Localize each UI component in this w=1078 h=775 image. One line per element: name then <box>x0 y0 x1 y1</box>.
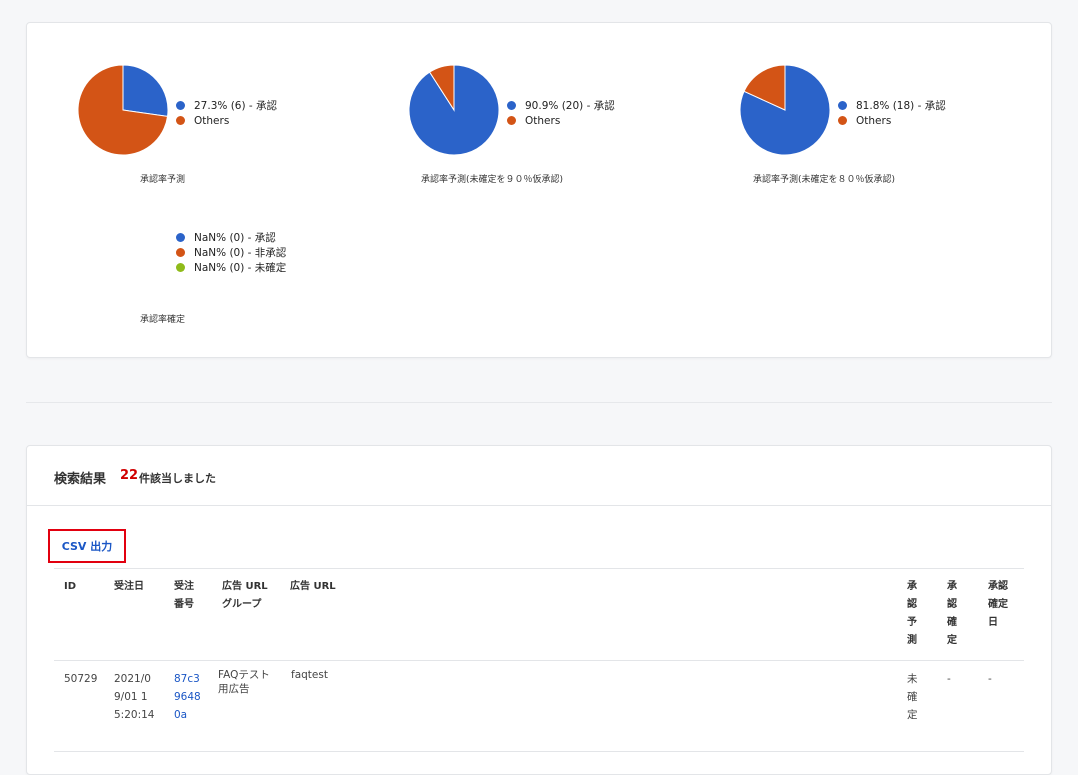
legend-dot <box>176 233 185 242</box>
col-header-ad-url-group[interactable]: 広告 URL グループ <box>222 578 276 614</box>
legend-item: Others <box>838 113 946 128</box>
pie-legend-1: 27.3% (6) - 承認 Others <box>176 98 277 128</box>
col-header-order-date[interactable]: 受注日 <box>114 578 154 596</box>
pie-chart-2 <box>408 64 500 156</box>
legend-item: NaN% (0) - 承認 <box>176 230 286 245</box>
legend-label: NaN% (0) - 非承認 <box>194 247 287 259</box>
col-header-ad-url[interactable]: 広告 URL <box>290 578 370 596</box>
table-row-border <box>54 751 1024 752</box>
pie-slice-承認 <box>122 64 169 117</box>
results-count: 22 <box>120 468 139 483</box>
legend-label: NaN% (0) - 未確定 <box>194 262 287 274</box>
cell-id: 50729 <box>64 673 98 685</box>
results-header: 検索結果 22 件該当しました <box>27 446 1051 506</box>
pie-chart-3 <box>739 64 831 156</box>
legend-dot <box>176 248 185 257</box>
col-header-order-number[interactable]: 受注番号 <box>174 578 200 614</box>
legend-item: Others <box>507 113 615 128</box>
legend-item: 90.9% (20) - 承認 <box>507 98 615 113</box>
col-header-approval-forecast[interactable]: 承認予測 <box>907 578 920 650</box>
pie-caption-1: 承認率予測 <box>140 175 186 185</box>
legend-label: 81.8% (18) - 承認 <box>856 100 946 112</box>
legend-label: Others <box>525 114 561 127</box>
cell-approval-confirmed: - <box>947 673 951 685</box>
legend-item: 81.8% (18) - 承認 <box>838 98 946 113</box>
chart-card: 27.3% (6) - 承認 Others 承認率予測 90.9% (20) -… <box>26 22 1052 358</box>
legend-label: 27.3% (6) - 承認 <box>194 100 278 112</box>
csv-export-button[interactable]: CSV 出力 <box>48 529 126 563</box>
pie-caption-4: 承認率確定 <box>140 315 186 325</box>
cell-approval-confirmed-date: - <box>988 673 992 685</box>
table-header-border <box>54 660 1024 661</box>
cell-ad-url: faqtest <box>291 669 328 681</box>
pie-caption-3: 承認率予測(未確定を８０％仮承認) <box>753 175 896 185</box>
legend-label: Others <box>194 114 230 127</box>
pie-caption-2: 承認率予測(未確定を９０％仮承認) <box>421 175 564 185</box>
results-title: 検索結果 <box>54 472 107 487</box>
pie-legend-4: NaN% (0) - 承認 NaN% (0) - 非承認 NaN% (0) - … <box>176 230 286 275</box>
legend-item: NaN% (0) - 未確定 <box>176 260 286 275</box>
section-divider <box>26 402 1052 403</box>
col-header-approval-confirmed-date[interactable]: 承認確定日 <box>988 578 1014 632</box>
legend-item: NaN% (0) - 非承認 <box>176 245 286 260</box>
results-count-suffix: 件該当しました <box>139 472 216 485</box>
legend-label: 90.9% (20) - 承認 <box>525 100 615 112</box>
col-header-id[interactable]: ID <box>64 578 104 596</box>
legend-dot <box>507 101 516 110</box>
legend-dot <box>838 116 847 125</box>
legend-dot <box>176 101 185 110</box>
legend-label: Others <box>856 114 892 127</box>
pie-chart-1 <box>77 64 169 156</box>
table-top-border <box>54 568 1024 569</box>
legend-dot <box>838 101 847 110</box>
cell-order-number-link[interactable]: 87c396480a <box>174 670 202 724</box>
results-card: 検索結果 22 件該当しました CSV 出力 ID 受注日 受注番号 広告 UR… <box>26 445 1052 775</box>
pie-legend-2: 90.9% (20) - 承認 Others <box>507 98 615 128</box>
legend-label: NaN% (0) - 承認 <box>194 232 276 244</box>
legend-dot <box>176 116 185 125</box>
cell-approval-forecast: 未確定 <box>907 673 918 721</box>
legend-dot <box>176 263 185 272</box>
cell-ad-url-group: FAQテスト用広告 <box>218 669 270 695</box>
legend-dot <box>507 116 516 125</box>
cell-order-date: 2021/09/01 15:20:14 <box>114 673 155 721</box>
legend-item: 27.3% (6) - 承認 <box>176 98 277 113</box>
col-header-approval-confirmed[interactable]: 承認確定 <box>947 578 960 650</box>
legend-item: Others <box>176 113 277 128</box>
pie-legend-3: 81.8% (18) - 承認 Others <box>838 98 946 128</box>
